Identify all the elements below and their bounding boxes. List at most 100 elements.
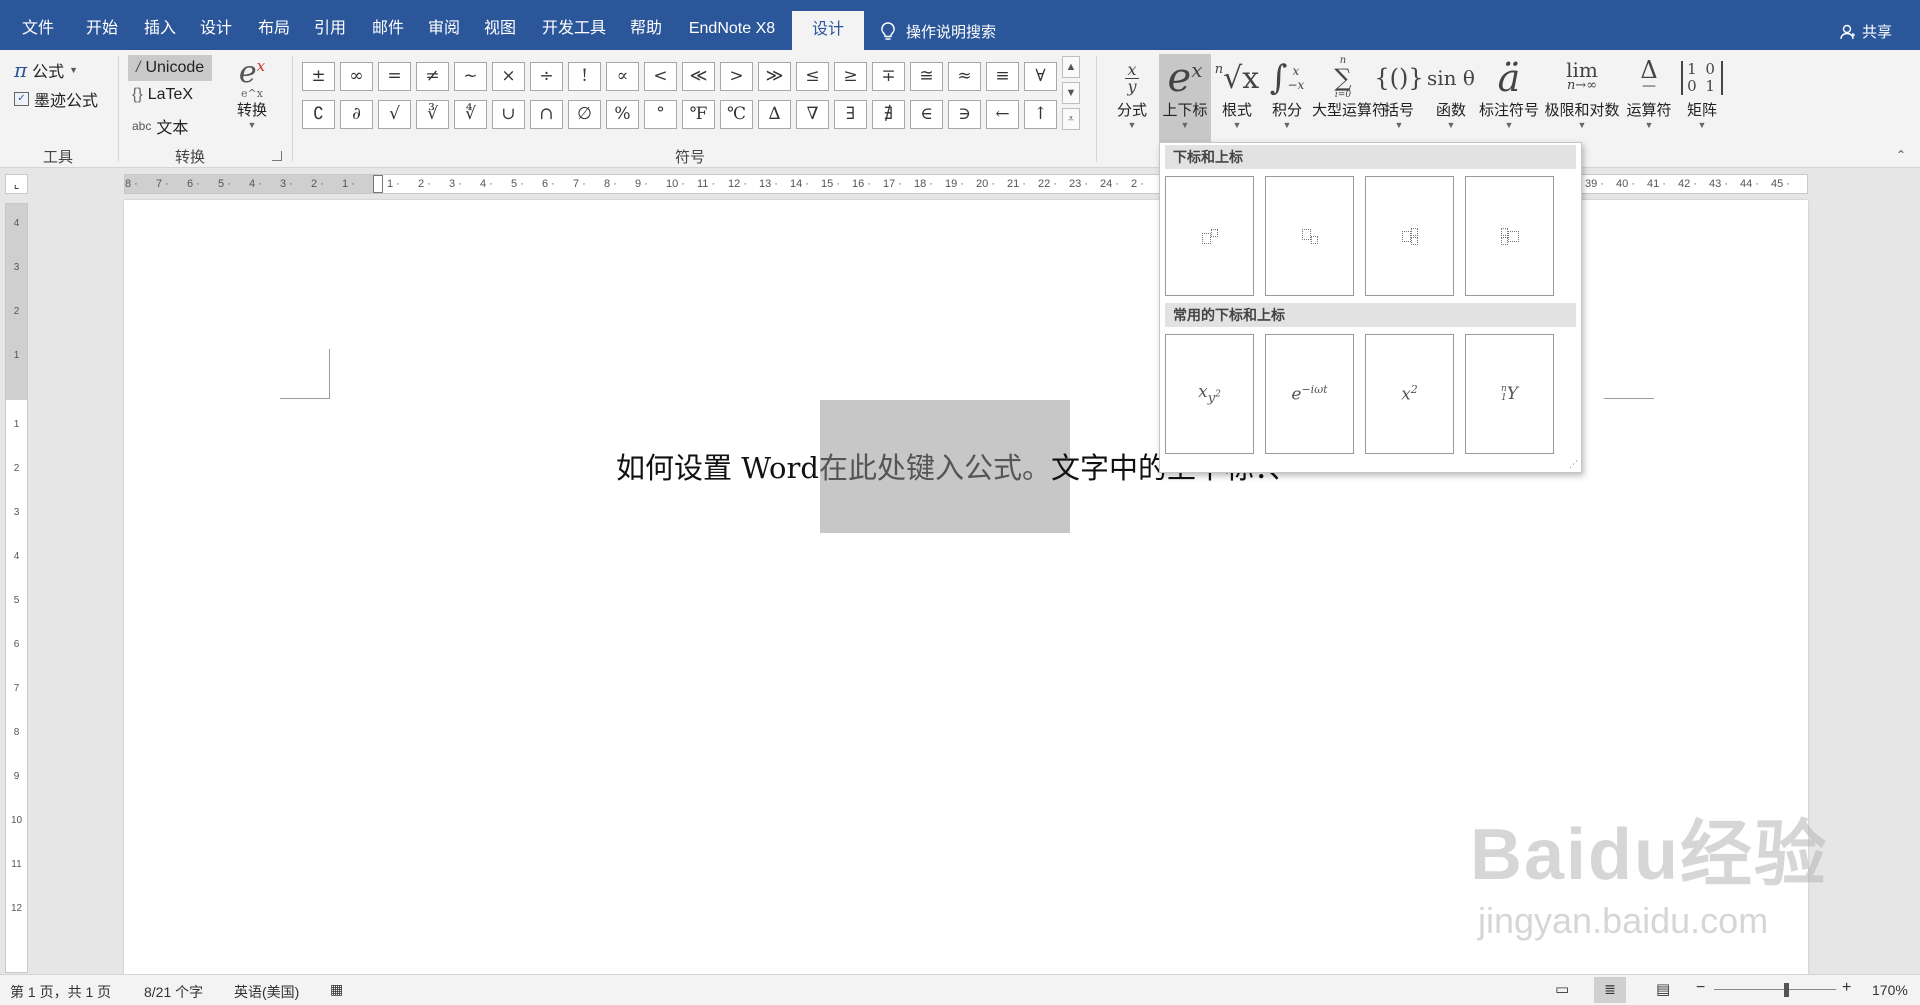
symbol-button[interactable]: ≥ <box>834 62 867 91</box>
common-script-x-squared[interactable]: x2 <box>1365 334 1454 454</box>
symbol-button[interactable]: ∩ <box>530 100 563 129</box>
operator-button[interactable]: Δ — 运算符 ▼ <box>1622 54 1676 146</box>
symbol-button[interactable]: ÷ <box>530 62 563 91</box>
symbol-button[interactable]: ∁ <box>302 100 335 129</box>
subsuperscript-template[interactable] <box>1365 176 1454 296</box>
superscript-template[interactable] <box>1165 176 1254 296</box>
left-subsuperscript-template[interactable] <box>1465 176 1554 296</box>
symbol-button[interactable]: ! <box>568 62 601 91</box>
symbol-button[interactable]: ≈ <box>948 62 981 91</box>
tab-endnote[interactable]: EndNote X8 <box>682 0 782 50</box>
accent-button[interactable]: ä 标注符号 ▼ <box>1478 54 1540 146</box>
zoom-out-button[interactable]: − <box>1696 979 1705 997</box>
more-symbols-icon[interactable]: ⩡ <box>1062 108 1080 130</box>
integral-button[interactable]: ∫ x −x 积分 ▼ <box>1265 54 1309 146</box>
tab-view[interactable]: 视图 <box>474 0 526 50</box>
radical-button[interactable]: n √x 根式 ▼ <box>1213 54 1261 146</box>
dialog-launcher-icon[interactable] <box>272 151 282 161</box>
tab-insert[interactable]: 插入 <box>134 0 186 50</box>
tab-selector[interactable]: ⌞ <box>5 174 28 194</box>
common-script-e-power[interactable]: e−iωt <box>1265 334 1354 454</box>
convert-button[interactable]: ex e^x 转换 ▼ <box>228 54 276 146</box>
symbol-button[interactable]: ± <box>302 62 335 91</box>
zoom-slider[interactable] <box>1714 989 1836 990</box>
symbol-button[interactable]: ∞ <box>340 62 373 91</box>
tab-help[interactable]: 帮助 <box>620 0 672 50</box>
tab-design[interactable]: 设计 <box>190 0 242 50</box>
scroll-down-icon[interactable]: ▼ <box>1062 82 1080 104</box>
tab-file[interactable]: 文件 <box>14 0 62 50</box>
symbol-button[interactable]: ∪ <box>492 100 525 129</box>
symbol-button[interactable]: ∜ <box>454 100 487 129</box>
symbol-button[interactable]: ∀ <box>1024 62 1057 91</box>
symbol-button[interactable]: ∇ <box>796 100 829 129</box>
symbol-button[interactable]: ∋ <box>948 100 981 129</box>
read-mode-icon[interactable]: ▭ <box>1555 980 1569 998</box>
symbol-button[interactable]: > <box>720 62 753 91</box>
symbol-button[interactable]: ↑ <box>1024 100 1057 129</box>
symbol-button[interactable]: ← <box>986 100 1019 129</box>
symbol-button[interactable]: ∛ <box>416 100 449 129</box>
bracket-button[interactable]: {()} 括号 ▼ <box>1374 54 1423 146</box>
symbol-button[interactable]: % <box>606 100 639 129</box>
tell-me-search[interactable]: 操作说明搜索 <box>880 21 996 42</box>
symbol-button[interactable]: ≫ <box>758 62 791 91</box>
equation-button[interactable]: π 公式 ▼ <box>14 58 78 82</box>
equation-placeholder-text[interactable]: 在此处键入公式。 <box>819 451 1051 485</box>
symbol-button[interactable]: √ <box>378 100 411 129</box>
vertical-ruler[interactable]: 4 3 2 1 1 2 3 4 5 6 7 8 9 10 11 12 <box>5 203 28 973</box>
symbol-button[interactable]: = <box>378 62 411 91</box>
tab-home[interactable]: 开始 <box>76 0 128 50</box>
symbol-button[interactable]: ≅ <box>910 62 943 91</box>
symbol-button[interactable]: × <box>492 62 525 91</box>
symbol-button[interactable]: ∆ <box>758 100 791 129</box>
tab-developer[interactable]: 开发工具 <box>536 0 612 50</box>
fraction-button[interactable]: xy 分式 ▼ <box>1110 54 1154 146</box>
unicode-option[interactable]: / Unicode <box>128 55 213 81</box>
tab-review[interactable]: 审阅 <box>418 0 470 50</box>
limit-log-button[interactable]: lim n→∞ 极限和对数 ▼ <box>1542 54 1622 146</box>
symbol-button[interactable]: ∓ <box>872 62 905 91</box>
symbol-button[interactable]: ∄ <box>872 100 905 129</box>
function-button[interactable]: sin θ 函数 ▼ <box>1424 54 1478 146</box>
ink-equation-button[interactable]: ✓ 墨迹公式 <box>14 87 98 111</box>
text-option[interactable]: abc 文本 <box>132 114 188 138</box>
matrix-button[interactable]: 1 00 1 矩阵 ▼ <box>1678 54 1726 146</box>
zoom-level[interactable]: 170% <box>1872 982 1908 998</box>
zoom-in-button[interactable]: + <box>1842 979 1851 997</box>
symbol-button[interactable]: ∝ <box>606 62 639 91</box>
symbol-button[interactable]: ≡ <box>986 62 1019 91</box>
symbol-button[interactable]: ℉ <box>682 100 715 129</box>
symbol-button[interactable]: ≪ <box>682 62 715 91</box>
share-button[interactable]: 共享 <box>1840 21 1892 42</box>
symbol-button[interactable]: < <box>644 62 677 91</box>
tab-layout[interactable]: 布局 <box>248 0 300 50</box>
word-count[interactable]: 8/21 个字 <box>144 982 203 1002</box>
symbol-button[interactable]: ∅ <box>568 100 601 129</box>
symbol-button[interactable]: ≠ <box>416 62 449 91</box>
symbol-button[interactable]: ∂ <box>340 100 373 129</box>
macro-record-icon[interactable]: ▦ <box>330 981 343 998</box>
scroll-up-icon[interactable]: ▲ <box>1062 56 1080 78</box>
symbol-button[interactable]: ° <box>644 100 677 129</box>
tab-equation-design[interactable]: 设计 <box>792 11 864 50</box>
common-script-x-sub-y-squared[interactable]: xy2 <box>1165 334 1254 454</box>
large-operator-button[interactable]: n ∑ i=0 大型运算符 <box>1312 54 1387 146</box>
symbol-button[interactable]: ∈ <box>910 100 943 129</box>
latex-option[interactable]: {} LaTeX <box>132 86 193 104</box>
tab-mailings[interactable]: 邮件 <box>362 0 414 50</box>
tab-references[interactable]: 引用 <box>304 0 356 50</box>
zoom-slider-thumb[interactable] <box>1784 983 1789 997</box>
symbol-button[interactable]: ∃ <box>834 100 867 129</box>
resize-grip-icon[interactable]: ⋰ <box>1569 459 1578 470</box>
page-count[interactable]: 第 1 页，共 1 页 <box>10 982 111 1002</box>
symbol-button[interactable]: ~ <box>454 62 487 91</box>
script-button[interactable]: ex 上下标 ▼ <box>1159 54 1211 146</box>
symbol-button[interactable]: ℃ <box>720 100 753 129</box>
web-layout-icon[interactable]: ▤ <box>1656 980 1670 998</box>
language-indicator[interactable]: 英语(美国) <box>234 982 299 1002</box>
symbol-button[interactable]: ≤ <box>796 62 829 91</box>
common-script-prescript-y[interactable]: n1Y <box>1465 334 1554 454</box>
indent-marker[interactable] <box>373 175 383 193</box>
subscript-template[interactable] <box>1265 176 1354 296</box>
